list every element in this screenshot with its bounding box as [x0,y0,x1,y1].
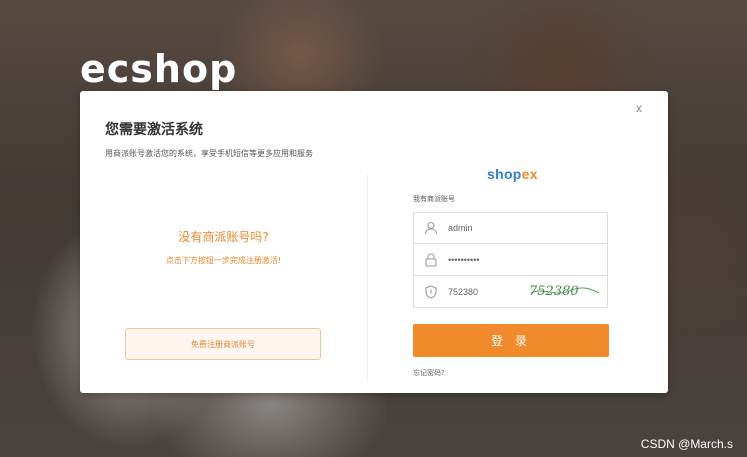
shopex-logo-main: shop [487,166,522,182]
csdn-watermark: CSDN @March.s [640,437,733,451]
captcha-noise [530,287,600,294]
username-value: admin [448,223,473,233]
close-icon[interactable]: x [636,101,642,115]
activation-modal: x 您需要激活系统 用商派账号激活您的系统，享受手机短信等更多应用和服务 没有商… [80,91,668,393]
modal-subtitle: 用商派账号激活您的系统，享受手机短信等更多应用和服务 [105,149,313,158]
captcha-image[interactable]: 752380 [529,281,601,301]
ecshop-logo: ecshop [80,47,238,91]
register-button[interactable]: 免费注册商派账号 [125,328,321,360]
lock-icon [414,244,448,275]
has-account-label: 我有商派账号 [413,195,455,203]
captcha-value: 752380 [448,286,479,297]
shopex-logo-accent: ex [521,166,538,182]
login-button[interactable]: 登 录 [413,324,609,357]
no-account-tip: 点击下方按钮一步完成注册激活! [165,256,282,265]
modal-title: 您需要激活系统 [105,122,203,138]
panel-divider [367,175,368,381]
no-account-title: 没有商派账号吗? [178,230,269,244]
shield-icon [414,276,448,307]
forgot-password-link[interactable]: 忘记密码? [413,368,445,378]
user-icon [414,213,448,243]
password-field[interactable]: •••••••••• [413,244,608,276]
shopex-logo: shopex [487,166,538,182]
captcha-field[interactable]: 752380 752380 [413,276,608,308]
password-value: •••••••••• [448,254,480,265]
username-field[interactable]: admin [413,212,608,244]
